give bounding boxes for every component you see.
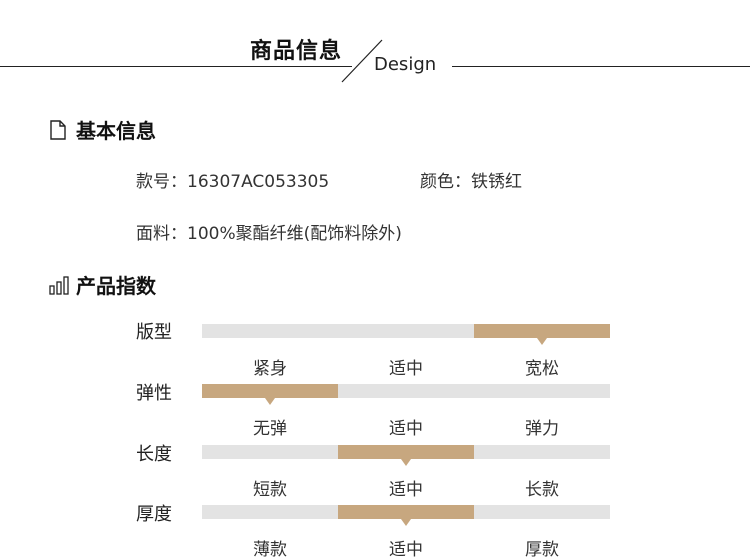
- index-option: 厚款: [525, 540, 559, 560]
- index-pointer: [537, 338, 547, 345]
- index-option: 适中: [389, 480, 423, 500]
- index-label: 厚度: [136, 504, 172, 525]
- index-option: 弹力: [525, 419, 559, 439]
- section-product-index: 产品指数: [48, 270, 156, 299]
- page-subtitle: Design: [374, 54, 437, 75]
- index-option: 紧身: [253, 359, 287, 379]
- index-option: 适中: [389, 359, 423, 379]
- index-option: 适中: [389, 419, 423, 439]
- header-line-left: [0, 66, 352, 67]
- style-number: 款号：16307AC053305: [136, 172, 330, 192]
- bar-chart-icon: [48, 274, 70, 296]
- index-option: 长款: [525, 480, 559, 500]
- index-label: 长度: [136, 444, 172, 465]
- index-option: 适中: [389, 540, 423, 560]
- index-track: [202, 384, 610, 405]
- index-fill: [202, 384, 338, 398]
- document-icon: [48, 119, 70, 141]
- index-pointer: [401, 459, 411, 466]
- index-fill: [474, 324, 610, 338]
- page-title: 商品信息: [250, 39, 343, 64]
- index-option: 薄款: [253, 540, 287, 560]
- index-track: [202, 324, 610, 345]
- material-value: 面料：100%聚酯纤维(配饰料除外): [136, 224, 402, 244]
- index-track: [202, 445, 610, 466]
- section-basic-info: 基本信息: [48, 115, 156, 144]
- index-pointer: [401, 519, 411, 526]
- color-value: 颜色：铁锈红: [420, 172, 522, 192]
- index-option: 宽松: [525, 359, 559, 379]
- index-label: 版型: [136, 322, 172, 343]
- section-title: 基本信息: [76, 119, 156, 143]
- index-option: 无弹: [253, 419, 287, 439]
- index-pointer: [265, 398, 275, 405]
- index-label: 弹性: [136, 383, 172, 404]
- index-fill: [338, 445, 474, 459]
- index-fill: [338, 505, 474, 519]
- section-title: 产品指数: [76, 274, 156, 298]
- index-option: 短款: [253, 480, 287, 500]
- index-track: [202, 505, 610, 526]
- header-line-right: [452, 66, 750, 67]
